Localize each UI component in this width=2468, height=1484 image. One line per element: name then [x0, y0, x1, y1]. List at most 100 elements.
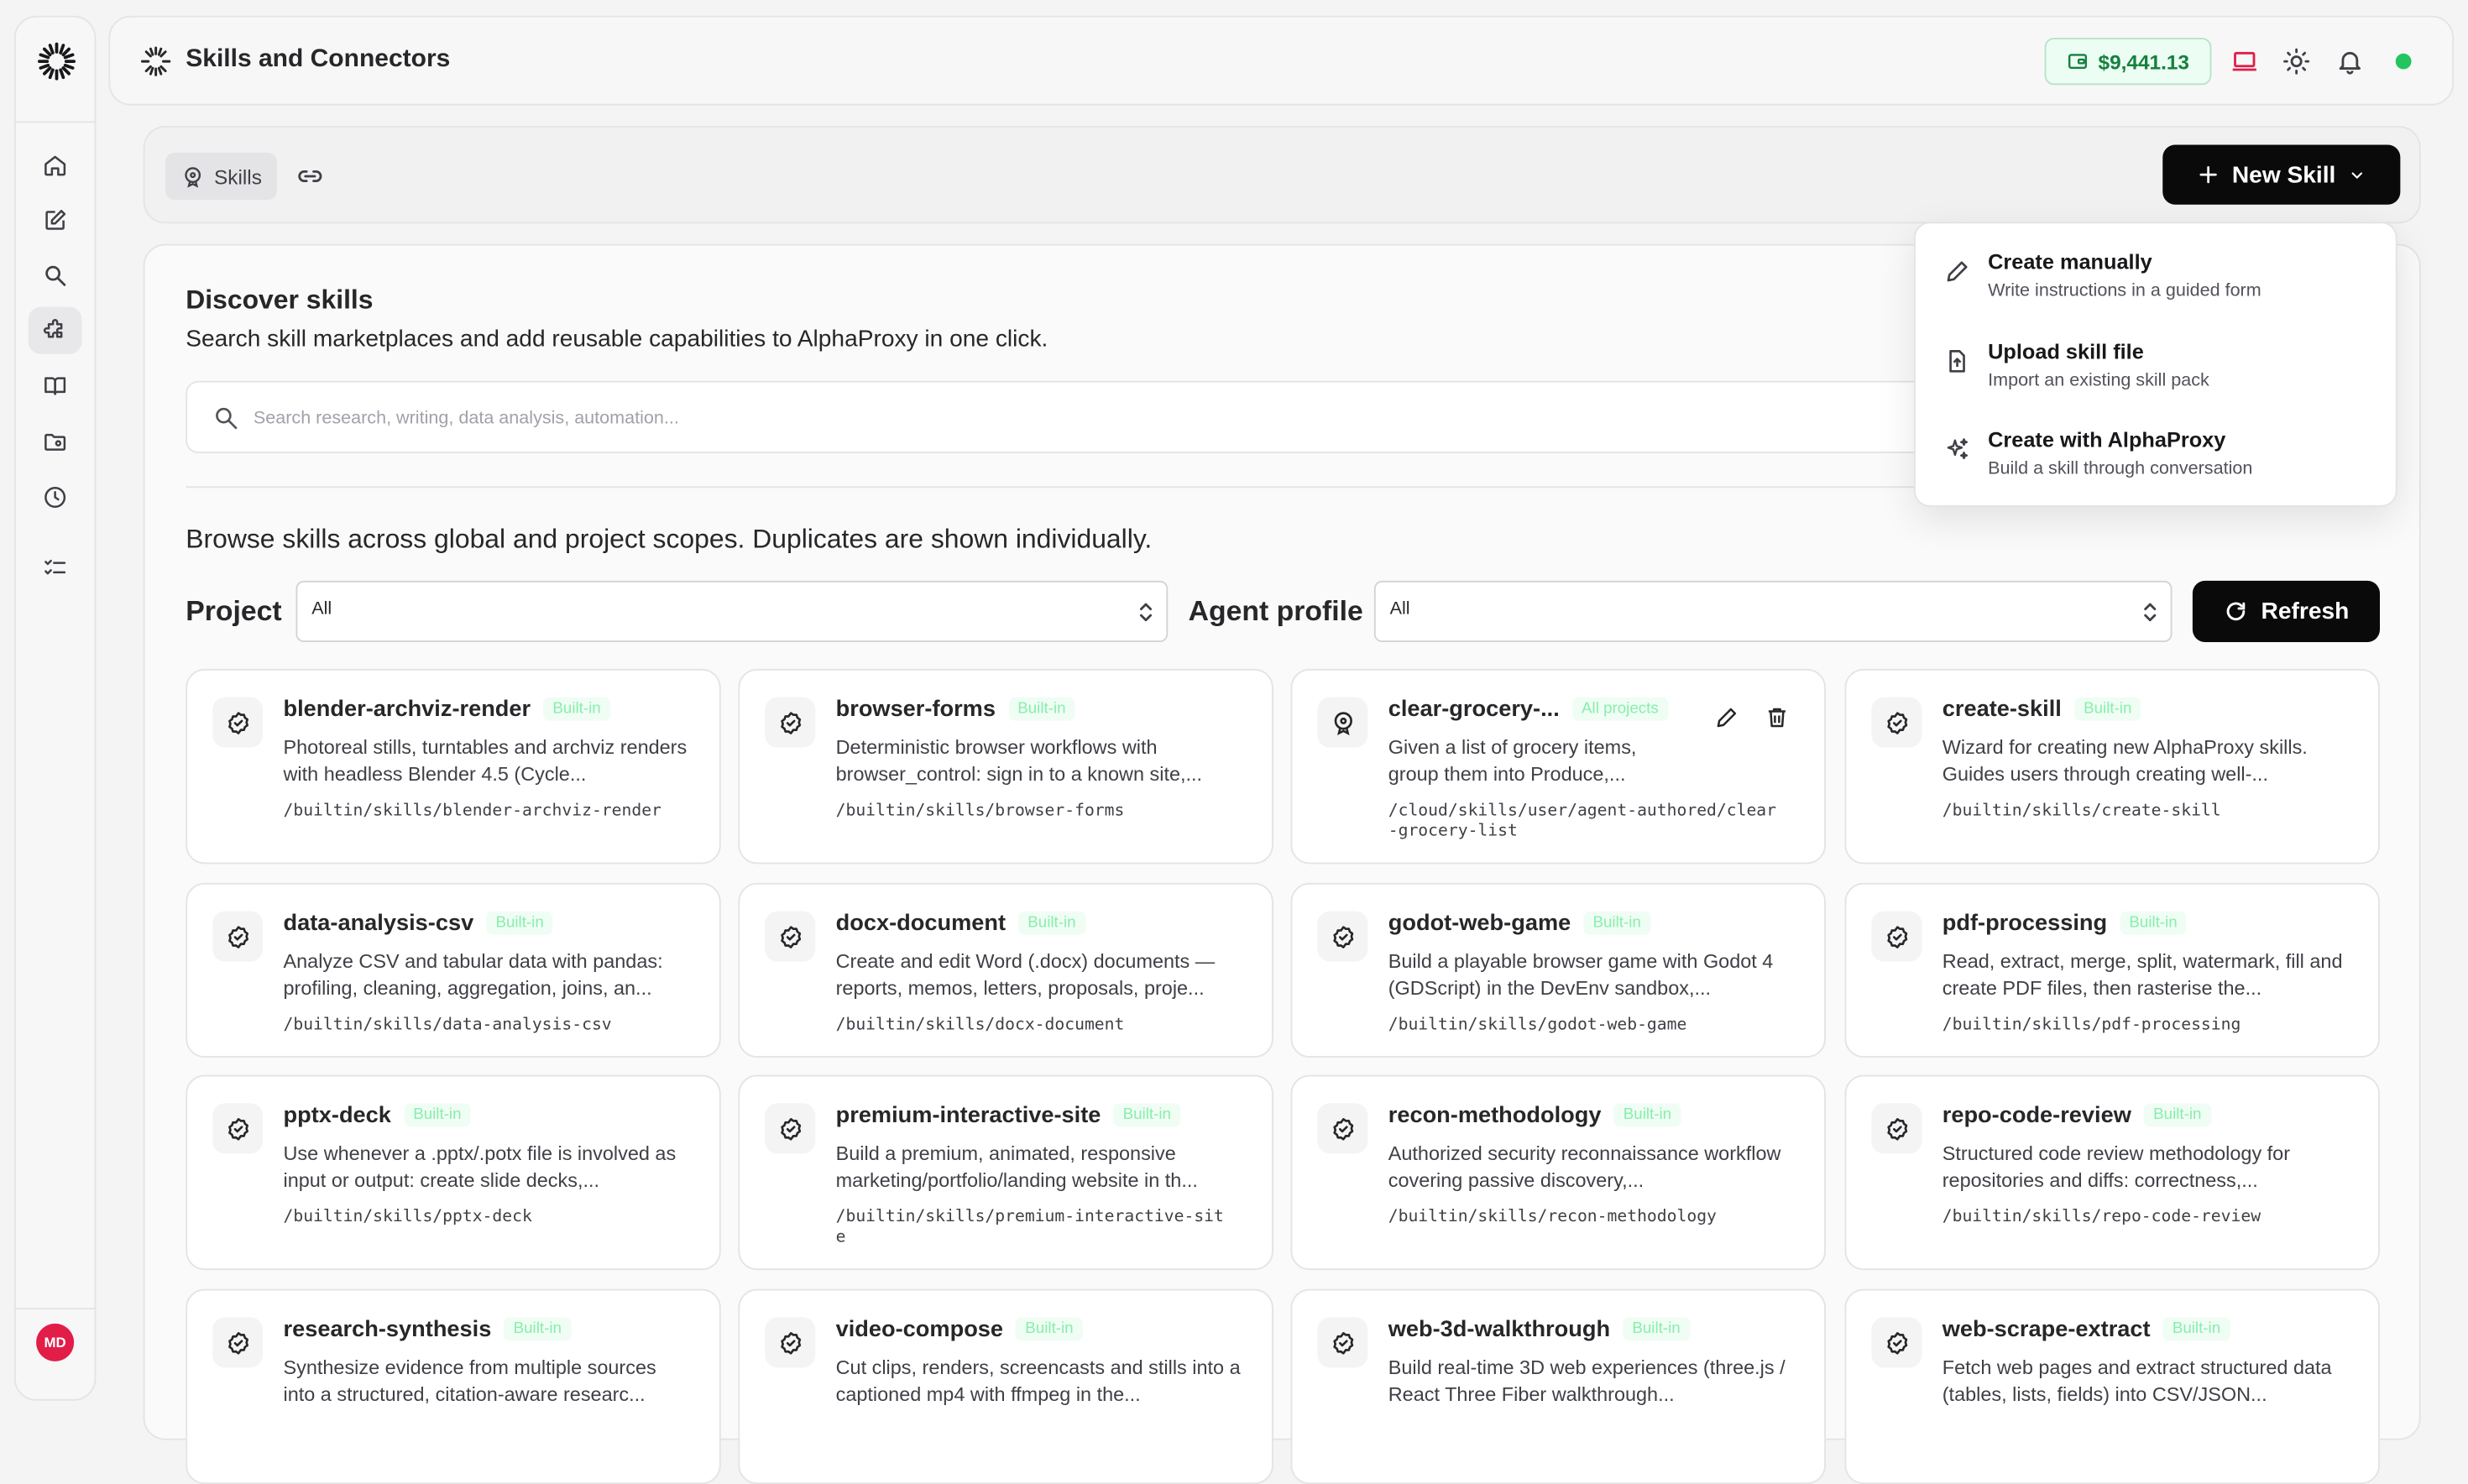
skill-name: data-analysis-csv Built-in	[284, 911, 554, 937]
skill-card[interactable]: web-3d-walkthrough Built-in Build real-tim…	[1290, 1288, 1826, 1484]
skill-icon	[1871, 697, 1922, 748]
sidebar-item-tasks[interactable]	[29, 545, 82, 592]
balance-badge[interactable]: $9,441.13	[2044, 38, 2212, 86]
badge-check-icon	[1332, 1117, 1353, 1140]
skill-path: /builtin/skills/create-skill	[1942, 801, 2221, 820]
skill-icon	[1317, 911, 1368, 962]
discover-title: Discover skills	[186, 285, 374, 315]
skill-icon	[212, 1103, 264, 1154]
skill-card[interactable]: video-compose Built-in Cut clips, renders,…	[738, 1288, 1273, 1484]
skill-name: clear-grocery-... All projects	[1388, 697, 1668, 723]
sidebar: MD	[13, 15, 97, 1401]
project-filter-label: Project	[186, 594, 282, 627]
tab-skills[interactable]: Skills	[165, 152, 278, 201]
skill-description: Fetch web pages and extract structured d…	[1942, 1356, 2332, 1406]
edit-skill-pencil-icon[interactable]	[1714, 705, 1739, 730]
skill-path: /builtin/skills/repo-code-review	[1942, 1207, 2261, 1226]
sidebar-item-files[interactable]	[29, 419, 82, 466]
skill-scope-badge: Built-in	[486, 911, 554, 935]
skill-description: Synthesize evidence from multiple source…	[283, 1356, 656, 1406]
skill-name-text: recon-methodology	[1388, 1103, 1602, 1129]
skill-card[interactable]: pdf-processing Built-in Read, extract, mer…	[1844, 882, 2380, 1058]
new-skill-menu: Create manually Write instructions in a …	[1914, 222, 2397, 507]
badge-check-icon	[1886, 1331, 1907, 1354]
skill-path: /builtin/skills/docx-document	[835, 1015, 1125, 1034]
clock-icon	[44, 487, 66, 508]
skill-path: /builtin/skills/godot-web-game	[1388, 1015, 1687, 1034]
skill-name-text: godot-web-game	[1388, 911, 1571, 937]
badge-check-icon	[780, 925, 801, 948]
avatar[interactable]: MD	[36, 1323, 75, 1361]
bell-icon[interactable]	[2336, 47, 2365, 76]
skill-icon	[765, 1103, 816, 1154]
delete-skill-trash-icon[interactable]	[1765, 705, 1790, 730]
skill-card[interactable]: blender-archviz-render Built-in Photoreal …	[186, 668, 721, 865]
skill-name: premium-interactive-site Built-in	[836, 1103, 1181, 1128]
skill-card[interactable]: repo-code-review Built-in Structured code …	[1844, 1074, 2380, 1271]
skill-card[interactable]: clear-grocery-... All projects Given a lis…	[1290, 668, 1826, 865]
plus-icon	[2199, 166, 2217, 184]
menu-item-create-with-alphaproxy[interactable]: Create with AlphaProxy Build a skill thr…	[1916, 425, 2396, 504]
search-icon	[45, 265, 66, 286]
skill-name-text: blender-archviz-render	[283, 697, 531, 723]
skill-description: Wizard for creating new AlphaProxy skill…	[1942, 736, 2308, 786]
laptop-icon[interactable]	[2230, 47, 2259, 76]
sidebar-item-history[interactable]	[29, 473, 82, 520]
menu-item-create-manually[interactable]: Create manually Write instructions in a …	[1916, 247, 2396, 326]
sun-icon[interactable]	[2282, 47, 2311, 76]
skill-card[interactable]: premium-interactive-site Built-in Build a …	[738, 1074, 1273, 1271]
discover-subtitle: Search skill marketplaces and add reusab…	[186, 326, 1048, 353]
skill-path: /builtin/skills/pptx-deck	[283, 1207, 532, 1226]
refresh-button[interactable]: Refresh	[2192, 580, 2380, 642]
sidebar-item-library[interactable]	[29, 362, 82, 409]
skill-name: repo-code-review Built-in	[1943, 1103, 2211, 1128]
badge-check-icon	[1886, 1117, 1907, 1140]
badge-check-icon	[1332, 925, 1353, 948]
menu-item-upload-skill-file[interactable]: Upload skill file Import an existing ski…	[1916, 337, 2396, 415]
skill-card[interactable]: godot-web-game Built-in Build a playable b…	[1290, 882, 1826, 1058]
skill-badge-icon	[185, 166, 201, 187]
skill-icon	[212, 697, 264, 748]
pencil-icon	[1947, 261, 1968, 282]
sidebar-item-skills[interactable]	[28, 306, 82, 354]
project-filter-select[interactable]: All	[295, 580, 1169, 642]
skill-name: blender-archviz-render Built-in	[283, 697, 610, 723]
skill-card[interactable]: docx-document Built-in Create and edit Wor…	[738, 882, 1273, 1058]
skill-name: create-skill Built-in	[1943, 697, 2141, 723]
skill-card[interactable]: web-scrape-extract Built-in Fetch web page…	[1844, 1288, 2380, 1484]
skill-scope-badge: Built-in	[504, 1317, 572, 1341]
tab-connectors-icon[interactable]	[296, 162, 325, 191]
skill-name: godot-web-game Built-in	[1388, 911, 1651, 937]
skill-description: Analyze CSV and tabular data with pandas…	[283, 950, 663, 1000]
badge-check-icon	[780, 711, 801, 734]
skill-card[interactable]: create-skill Built-in Wizard for creating …	[1844, 668, 2380, 865]
sidebar-item-home[interactable]	[29, 142, 82, 189]
search-icon	[216, 407, 238, 430]
skill-path: /builtin/skills/premium-interactive-site	[835, 1207, 1224, 1246]
skill-description: Photoreal stills, turntables and archviz…	[283, 736, 688, 786]
skill-scope-badge: Built-in	[543, 697, 610, 721]
sidebar-item-new[interactable]	[29, 196, 82, 243]
skill-description: Build a premium, animated, responsive ma…	[835, 1142, 1198, 1192]
chevron-updown-icon	[1139, 603, 1153, 622]
skill-card[interactable]: research-synthesis Built-in Synthesize evi…	[186, 1288, 721, 1484]
top-bar: Skills and Connectors $9,441.13	[108, 15, 2455, 106]
skill-card[interactable]: recon-methodology Built-in Authorized secu…	[1290, 1074, 1826, 1271]
balance-amount: $9,441.13	[2098, 50, 2189, 74]
skill-description: Deterministic browser workflows with bro…	[835, 736, 1203, 786]
sidebar-item-search[interactable]	[29, 252, 82, 299]
skill-path: /builtin/skills/browser-forms	[835, 801, 1125, 820]
skill-card[interactable]: browser-forms Built-in Deterministic brows…	[738, 668, 1273, 865]
skill-card[interactable]: data-analysis-csv Built-in Analyze CSV and…	[186, 882, 721, 1058]
skill-icon	[1871, 1103, 1922, 1154]
menu-item-title: Upload skill file	[1988, 340, 2144, 364]
skill-card[interactable]: pptx-deck Built-in Use whenever a .pptx/.p…	[186, 1074, 721, 1271]
agent-filter-select[interactable]: All	[1373, 580, 2173, 642]
menu-item-subtitle: Build a skill through conversation	[1988, 459, 2253, 479]
skill-icon	[1871, 911, 1922, 962]
new-skill-button[interactable]: New Skill	[2162, 144, 2401, 205]
skill-description: Build a playable browser game with Godot…	[1388, 950, 1774, 1000]
wallet-icon	[2068, 54, 2088, 69]
skill-description: Cut clips, renders, screencasts and stil…	[835, 1356, 1241, 1406]
app-logo-icon[interactable]	[34, 39, 79, 84]
